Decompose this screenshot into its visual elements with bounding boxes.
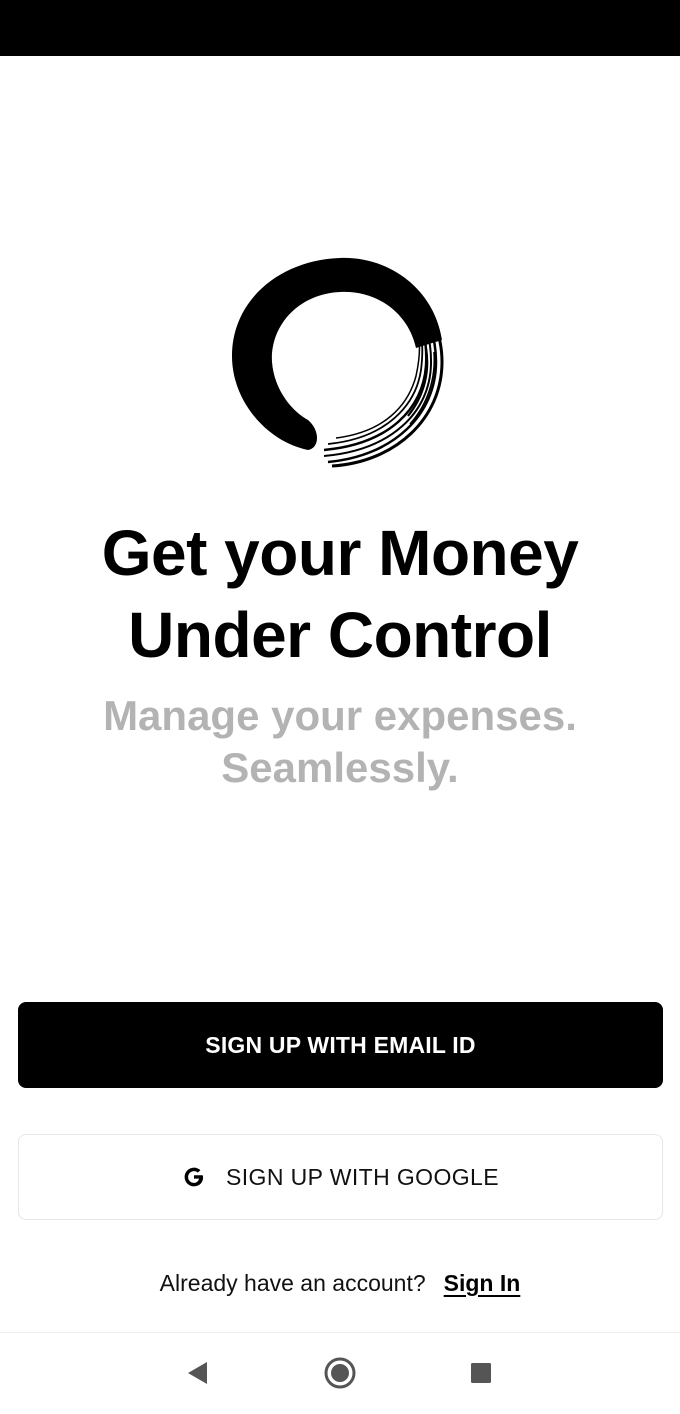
sign-in-link[interactable]: Sign In: [444, 1270, 521, 1297]
triangle-back-icon: [188, 1362, 207, 1384]
sign-in-prompt: Already have an account?: [159, 1269, 426, 1296]
headline-line-1: Get your Money: [101, 517, 579, 589]
subheadline-line-1: Manage your expenses.: [103, 692, 577, 739]
status-bar: [0, 0, 680, 56]
welcome-screen: Get your Money Under Control Manage your…: [0, 0, 680, 1414]
square-recents-icon: [471, 1363, 491, 1383]
circle-home-icon: [324, 1357, 356, 1389]
nav-back-button[interactable]: [178, 1353, 218, 1393]
sign-up-google-button[interactable]: SIGN UP WITH GOOGLE: [18, 1134, 663, 1220]
sign-up-email-button[interactable]: SIGN UP WITH EMAIL ID: [18, 1002, 663, 1088]
system-navigation-bar: [0, 1332, 680, 1414]
sign-up-google-label: SIGN UP WITH GOOGLE: [226, 1163, 499, 1190]
enso-logo-icon: [232, 257, 444, 468]
sign-up-email-label: SIGN UP WITH EMAIL ID: [205, 1031, 476, 1058]
headline: Get your Money Under Control: [0, 512, 680, 676]
subheadline: Manage your expenses. Seamlessly.: [0, 690, 680, 794]
sign-in-row: Already have an account? Sign In: [0, 1265, 680, 1301]
nav-recents-button[interactable]: [461, 1353, 501, 1393]
headline-line-2: Under Control: [128, 599, 552, 671]
google-g-icon: [184, 1167, 204, 1187]
subheadline-line-2: Seamlessly.: [221, 744, 459, 791]
nav-home-button[interactable]: [320, 1353, 360, 1393]
